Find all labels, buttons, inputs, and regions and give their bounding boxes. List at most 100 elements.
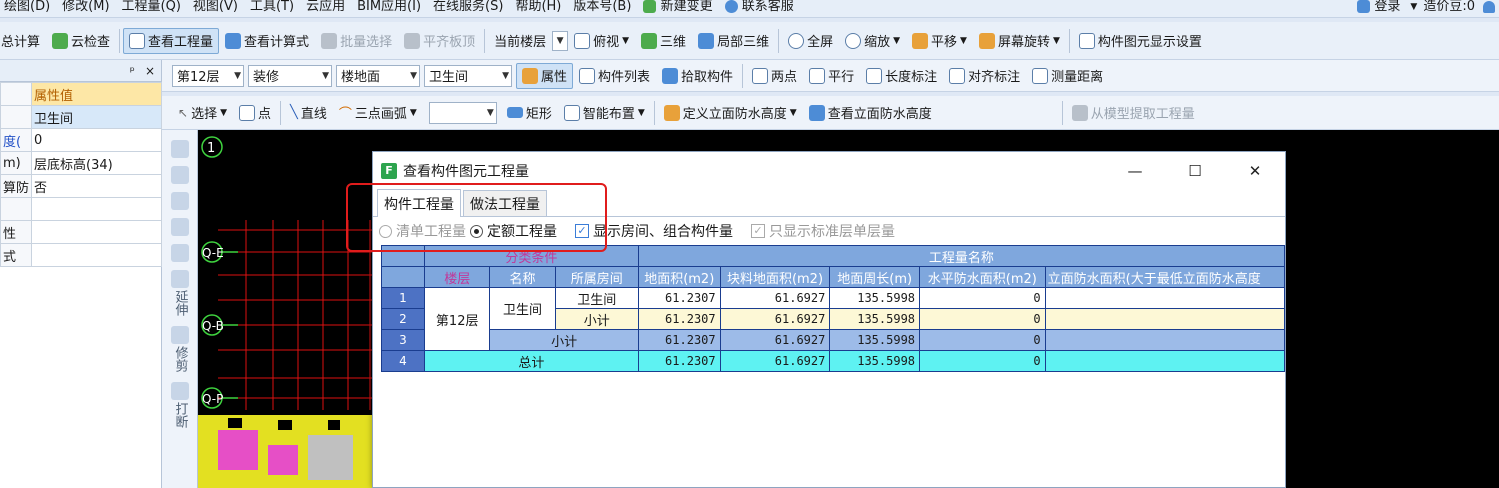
break-tool[interactable]: 打断 xyxy=(167,382,193,432)
cell-room[interactable]: 卫生间 xyxy=(554,287,639,309)
trim-tool[interactable]: 修剪 xyxy=(167,326,193,376)
menu-cloud[interactable]: 云应用 xyxy=(302,0,353,14)
cell-area[interactable]: 61.2307 xyxy=(637,329,721,351)
current-floor-button[interactable]: 当前楼层 xyxy=(488,28,552,54)
property-value[interactable]: 卫生间 xyxy=(31,105,162,129)
cell-area[interactable]: 61.2307 xyxy=(637,308,721,330)
view-waterproof-height-button[interactable]: 查看立面防水高度 xyxy=(803,100,938,126)
cell-v-waterproof[interactable] xyxy=(1044,329,1286,351)
table-row[interactable]: 4 总计 61.2307 61.6927 135.5998 0 xyxy=(381,350,1286,372)
align-slab-top-button[interactable]: 平齐板顶 xyxy=(398,28,481,54)
property-row[interactable]: 度(0 xyxy=(0,128,162,152)
pin-icon[interactable]: ᵖ xyxy=(130,64,135,78)
menu-draw[interactable]: 绘图(D) xyxy=(0,0,58,14)
rotate-tool[interactable] xyxy=(167,244,193,264)
property-row[interactable]: 式 xyxy=(0,243,162,267)
pick-component-button[interactable]: 拾取构件 xyxy=(656,63,739,89)
column-header-room[interactable]: 所属房间 xyxy=(554,266,639,288)
batch-select-button[interactable]: 批量选择 xyxy=(315,28,398,54)
column-header-perimeter[interactable]: 地面周长(m) xyxy=(829,266,921,288)
cell-perimeter[interactable]: 135.5998 xyxy=(829,308,921,330)
arc-button[interactable]: ⌒ 三点画弧 ▼ xyxy=(333,100,423,126)
property-row[interactable]: 卫生间 xyxy=(0,105,162,129)
line-button[interactable]: ╲ 直线 xyxy=(284,100,333,126)
cell-room[interactable]: 小计 xyxy=(554,308,639,330)
screen-rotate-button[interactable]: 屏幕旋转 ▼ xyxy=(973,28,1066,54)
minimize-icon[interactable]: — xyxy=(1105,162,1165,180)
display-settings-button[interactable]: 构件图元显示设置 xyxy=(1073,28,1208,54)
cell-perimeter[interactable]: 135.5998 xyxy=(829,329,921,351)
property-value[interactable]: 否 xyxy=(31,174,162,198)
current-floor-dropdown[interactable]: ▼ xyxy=(552,30,569,51)
property-row[interactable]: m) 层底标高(34) xyxy=(0,151,162,175)
column-header-block-area[interactable]: 块料地面积(m2) xyxy=(719,266,831,288)
column-header-h-waterproof[interactable]: 水平防水面积(m2) xyxy=(919,266,1046,288)
cell-h-waterproof[interactable]: 0 xyxy=(919,287,1046,309)
category-select[interactable]: 装修 ▼ xyxy=(248,64,332,87)
login-dropdown-icon[interactable]: ▼ xyxy=(1408,0,1419,14)
cell-floor[interactable]: 第12层 xyxy=(423,287,491,351)
cell-block-area[interactable]: 61.6927 xyxy=(719,329,831,351)
parallel-button[interactable]: 平行 xyxy=(803,63,860,89)
column-header-v-waterproof[interactable]: 立面防水面积(大于最低立面防水高度 xyxy=(1044,266,1286,288)
cell-area[interactable]: 61.2307 xyxy=(637,350,721,372)
property-row[interactable]: 算防否 xyxy=(0,174,162,198)
two-point-button[interactable]: 两点 xyxy=(746,63,803,89)
login-button[interactable]: 登录 xyxy=(1370,0,1408,14)
offset-tool[interactable] xyxy=(167,166,193,186)
point-button[interactable]: 点 xyxy=(233,100,277,126)
define-waterproof-height-button[interactable]: 定义立面防水高度 ▼ xyxy=(658,100,803,126)
properties-button[interactable]: 属性 xyxy=(516,62,574,89)
property-value[interactable] xyxy=(31,220,162,244)
menu-version[interactable]: 版本号(B) xyxy=(569,0,639,14)
menu-view[interactable]: 视图(V) xyxy=(189,0,246,14)
property-row[interactable]: 性 xyxy=(0,220,162,244)
cell-h-waterproof[interactable]: 0 xyxy=(919,308,1046,330)
cell-total-label[interactable]: 总计 xyxy=(424,350,639,372)
cell-subtotal-label[interactable]: 小计 xyxy=(489,329,639,351)
cloud-check-button[interactable]: 云检查 xyxy=(46,28,116,54)
arc-option-select[interactable]: ▼ xyxy=(428,101,497,124)
property-value[interactable] xyxy=(31,197,162,221)
zoom-button[interactable]: 缩放 ▼ xyxy=(839,28,906,54)
column-header-floor[interactable]: 楼层 xyxy=(423,266,491,288)
cell-h-waterproof[interactable]: 0 xyxy=(919,329,1046,351)
column-header-area[interactable]: 地面积(m2) xyxy=(637,266,721,288)
view-formula-button[interactable]: 查看计算式 xyxy=(219,28,315,54)
cell-perimeter[interactable]: 135.5998 xyxy=(829,287,921,309)
top-view-button[interactable]: 俯视 ▼ xyxy=(568,28,635,54)
component-list-button[interactable]: 构件列表 xyxy=(573,63,656,89)
floor-select[interactable]: 第12层 ▼ xyxy=(172,64,244,87)
cell-name[interactable]: 卫生间 xyxy=(489,287,556,330)
property-value[interactable]: 层底标高(34) xyxy=(31,151,162,175)
select-button[interactable]: ↖ 选择 ▼ xyxy=(172,100,233,126)
cell-block-area[interactable]: 61.6927 xyxy=(719,308,831,330)
cell-h-waterproof[interactable]: 0 xyxy=(919,350,1046,372)
cell-v-waterproof[interactable] xyxy=(1044,287,1286,309)
property-value[interactable] xyxy=(31,243,162,267)
table-row[interactable]: 3 小计 61.2307 61.6927 135.5998 0 xyxy=(381,329,1286,351)
menu-support[interactable]: 联系客服 xyxy=(721,0,802,14)
cell-perimeter[interactable]: 135.5998 xyxy=(829,350,921,372)
menu-bim[interactable]: BIM应用(I) xyxy=(353,0,429,14)
align-dim-button[interactable]: 对齐标注 xyxy=(943,63,1026,89)
move-tool[interactable] xyxy=(167,218,193,238)
close-icon[interactable]: × xyxy=(145,64,155,78)
property-value[interactable]: 0 xyxy=(31,128,162,152)
smart-layout-button[interactable]: 智能布置 ▼ xyxy=(558,100,651,126)
component-select[interactable]: 卫生间 ▼ xyxy=(424,64,512,87)
total-calc-button[interactable]: 总计算 xyxy=(0,28,46,54)
menu-modify[interactable]: 修改(M) xyxy=(58,0,117,14)
bell-icon[interactable] xyxy=(1483,0,1495,13)
cell-area[interactable]: 61.2307 xyxy=(637,287,721,309)
cell-block-area[interactable]: 61.6927 xyxy=(719,287,831,309)
menu-tools[interactable]: 工具(T) xyxy=(246,0,302,14)
menu-quantity[interactable]: 工程量(Q) xyxy=(118,0,189,14)
menu-online[interactable]: 在线服务(S) xyxy=(429,0,511,14)
cell-v-waterproof[interactable] xyxy=(1044,308,1286,330)
view-quantity-button[interactable]: 查看工程量 xyxy=(123,27,220,54)
cell-v-waterproof[interactable] xyxy=(1044,350,1286,372)
close-icon[interactable]: ✕ xyxy=(1225,162,1285,180)
maximize-icon[interactable]: ☐ xyxy=(1165,162,1225,180)
menu-new-change[interactable]: 新建变更 xyxy=(639,0,720,14)
